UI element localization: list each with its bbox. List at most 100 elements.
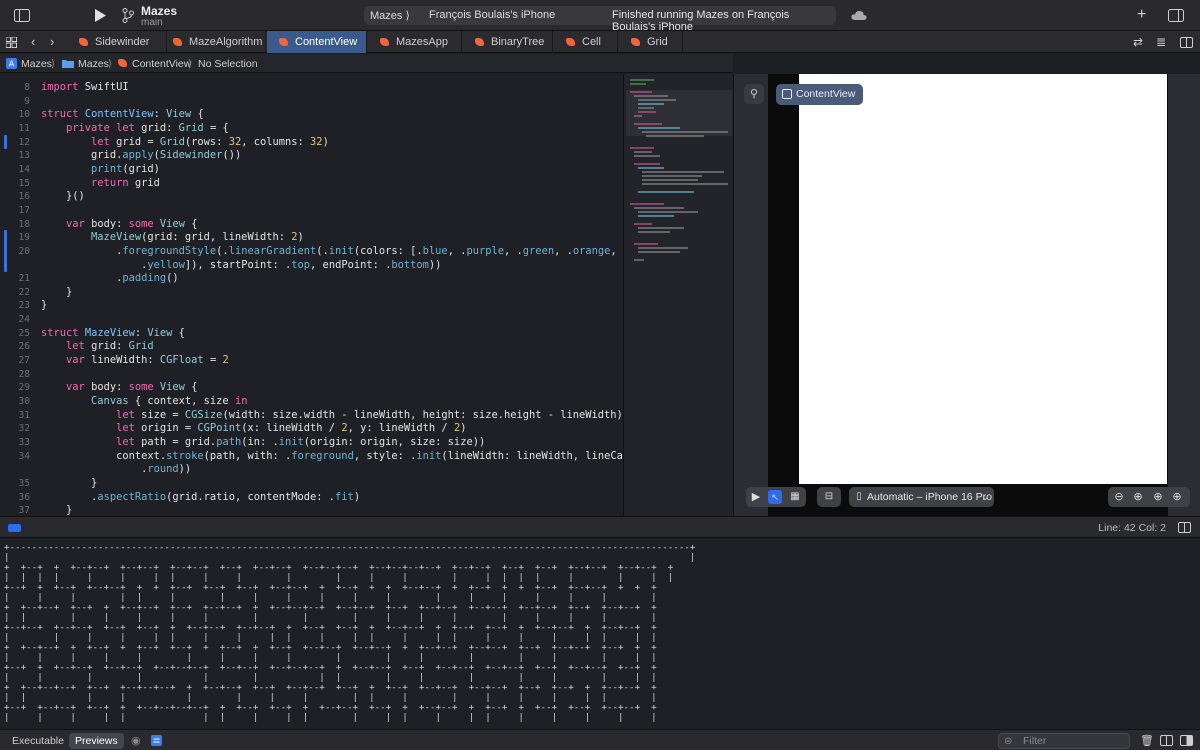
- add-icon[interactable]: +: [1137, 7, 1146, 23]
- change-indicator[interactable]: [4, 135, 7, 149]
- svg-text:A: A: [9, 60, 15, 69]
- code-line: return grid: [91, 177, 160, 189]
- scheme-status-box[interactable]: Mazes ⟩ François Boulais's iPhone Finish…: [364, 6, 836, 33]
- swift-file-icon: [566, 38, 575, 46]
- change-indicator[interactable]: [4, 230, 7, 272]
- filter-placeholder: Filter: [1023, 735, 1047, 747]
- bottom-bar: Executable Previews ◉ ⊜ Filter 🗑: [0, 729, 1200, 750]
- code-line: }(): [41, 190, 85, 202]
- code-line: .yellow]), startPoint: .top, endPoint: .…: [41, 259, 442, 271]
- split-editor-icon[interactable]: [1180, 37, 1193, 48]
- grid-icon[interactable]: [6, 37, 17, 48]
- preview-screen[interactable]: [799, 74, 1181, 484]
- scheme-device[interactable]: François Boulais's iPhone: [429, 9, 555, 21]
- tab-grid[interactable]: Grid: [619, 31, 683, 53]
- line-number: 9: [24, 96, 30, 107]
- back-chevron-icon[interactable]: ‹: [31, 35, 35, 49]
- scheme-app[interactable]: Mazes ⟩: [370, 9, 410, 22]
- code-line: .aspectRatio(grid.ratio, contentMode: .f…: [41, 491, 361, 503]
- code-line: let grid = Grid(rows: 32, columns: 32): [91, 136, 329, 148]
- line-number: 15: [18, 178, 30, 189]
- code-line: var lineWidth: CGFloat = 2: [66, 354, 229, 366]
- console-line: | | | | | | | | | | | | | | | | | | | | …: [4, 712, 657, 723]
- device-selector[interactable]: ▯ Automatic – iPhone 16 Pro ⌄: [849, 487, 994, 507]
- code-line: context.stroke(path, with: .foreground, …: [41, 450, 623, 462]
- code-line: print(grid): [91, 163, 160, 175]
- console-maze-text: +---------------------------------------…: [4, 543, 695, 723]
- project-name[interactable]: Mazes: [141, 4, 177, 18]
- line-number: 28: [18, 369, 30, 380]
- code-line: }: [41, 504, 73, 516]
- preview-contentview-pill[interactable]: ContentView: [776, 84, 864, 105]
- eye-icon[interactable]: ◉: [131, 734, 141, 748]
- line-number: 17: [18, 205, 30, 216]
- live-play-icon[interactable]: ▶: [749, 490, 763, 504]
- code-line: .foregroundStyle(.linearGradient(.init(c…: [41, 245, 617, 257]
- app-icon: A: [6, 58, 17, 69]
- pin-icon[interactable]: ⚲: [744, 84, 764, 104]
- breadcrumb-separator: ⟩: [108, 58, 113, 70]
- chevron-down-icon: ⌄: [981, 492, 989, 502]
- code-line: import SwiftUI: [41, 81, 129, 93]
- minimap-code-preview: [630, 79, 728, 261]
- branch-icon: [122, 8, 134, 23]
- inspector-toggle-icon[interactable]: [1168, 9, 1184, 22]
- tab-sidewinder[interactable]: Sidewinder: [67, 31, 167, 53]
- run-status: Finished running Mazes on François Boula…: [612, 9, 790, 33]
- toolbar: Mazes main Mazes ⟩ François Boulais's iP…: [0, 0, 1200, 33]
- line-number: 10: [18, 109, 30, 120]
- breadcrumb-file[interactable]: ContentView: [132, 58, 191, 70]
- code-line: let grid: Grid: [66, 340, 154, 352]
- line-number: 13: [18, 150, 30, 161]
- device-label: Automatic – iPhone 16 Pro: [867, 491, 992, 503]
- previews-tab[interactable]: Previews: [69, 733, 124, 749]
- line-number: 33: [18, 437, 30, 448]
- select-mode-icon[interactable]: ↖: [768, 490, 782, 504]
- panel-toggle-icon[interactable]: [1178, 522, 1191, 533]
- line-number: 21: [18, 273, 30, 284]
- tab-mazesapp[interactable]: MazesApp: [368, 31, 462, 53]
- split-console-icon[interactable]: [1160, 735, 1173, 746]
- variants-grid-icon[interactable]: ▦: [788, 490, 802, 504]
- line-number: 32: [18, 423, 30, 434]
- line-number: 29: [18, 382, 30, 393]
- code-line: }: [41, 299, 48, 311]
- code-editor[interactable]: 8 9 10 11 12 13 14 15 16 17 18 19 20 21 …: [0, 74, 623, 516]
- trash-icon[interactable]: 🗑: [1140, 734, 1154, 748]
- zoom-in-icon[interactable]: ⊕: [1131, 490, 1145, 504]
- code-line: let origin = CGPoint(x: lineWidth / 2, y…: [116, 422, 467, 434]
- code-line: var body: some View {: [66, 218, 198, 230]
- tab-contentview[interactable]: ContentView: [267, 31, 367, 53]
- console-output[interactable]: +---------------------------------------…: [0, 539, 1200, 729]
- zoom-out-icon[interactable]: ⊖: [1112, 490, 1126, 504]
- swap-icon[interactable]: ⇄: [1133, 35, 1143, 49]
- swift-file-icon: [279, 38, 288, 46]
- tab-cell[interactable]: Cell: [554, 31, 618, 53]
- run-icon[interactable]: [94, 9, 106, 22]
- code-line: let size = CGSize(width: size.width - li…: [116, 409, 623, 421]
- debug-area-toggle-icon[interactable]: [8, 524, 21, 532]
- breadcrumb-selection[interactable]: No Selection: [198, 58, 258, 70]
- line-number: 36: [18, 492, 30, 503]
- line-number: 35: [18, 478, 30, 489]
- tab-mazealgorithm[interactable]: MazeAlgorithm: [161, 31, 266, 53]
- line-number: 30: [18, 396, 30, 407]
- breadcrumb-folder[interactable]: Mazes: [78, 58, 109, 70]
- filter-input[interactable]: ⊜ Filter: [998, 733, 1130, 749]
- cursor-position: Line: 42 Col: 2: [1098, 522, 1166, 534]
- zoom-fit-icon[interactable]: ⊕: [1151, 490, 1165, 504]
- breadcrumb-project[interactable]: Mazes: [21, 58, 52, 70]
- minimap[interactable]: [623, 74, 733, 516]
- preview-settings-icon[interactable]: [151, 735, 162, 746]
- zoom-actual-icon[interactable]: ⊕: [1170, 490, 1184, 504]
- tab-binarytree[interactable]: BinaryTree: [463, 31, 553, 53]
- device-settings-button[interactable]: ⊟: [817, 487, 841, 507]
- split-panes-icon[interactable]: [1180, 735, 1193, 746]
- forward-chevron-icon[interactable]: ›: [50, 35, 54, 49]
- toggle-settings-icon: ⊟: [824, 491, 834, 502]
- executable-tab[interactable]: Executable: [6, 733, 70, 749]
- editor-options-icon[interactable]: ≣: [1156, 35, 1166, 49]
- branch-name: main: [141, 17, 163, 28]
- sidebar-toggle-icon[interactable]: [14, 9, 30, 22]
- line-number: 18: [18, 219, 30, 230]
